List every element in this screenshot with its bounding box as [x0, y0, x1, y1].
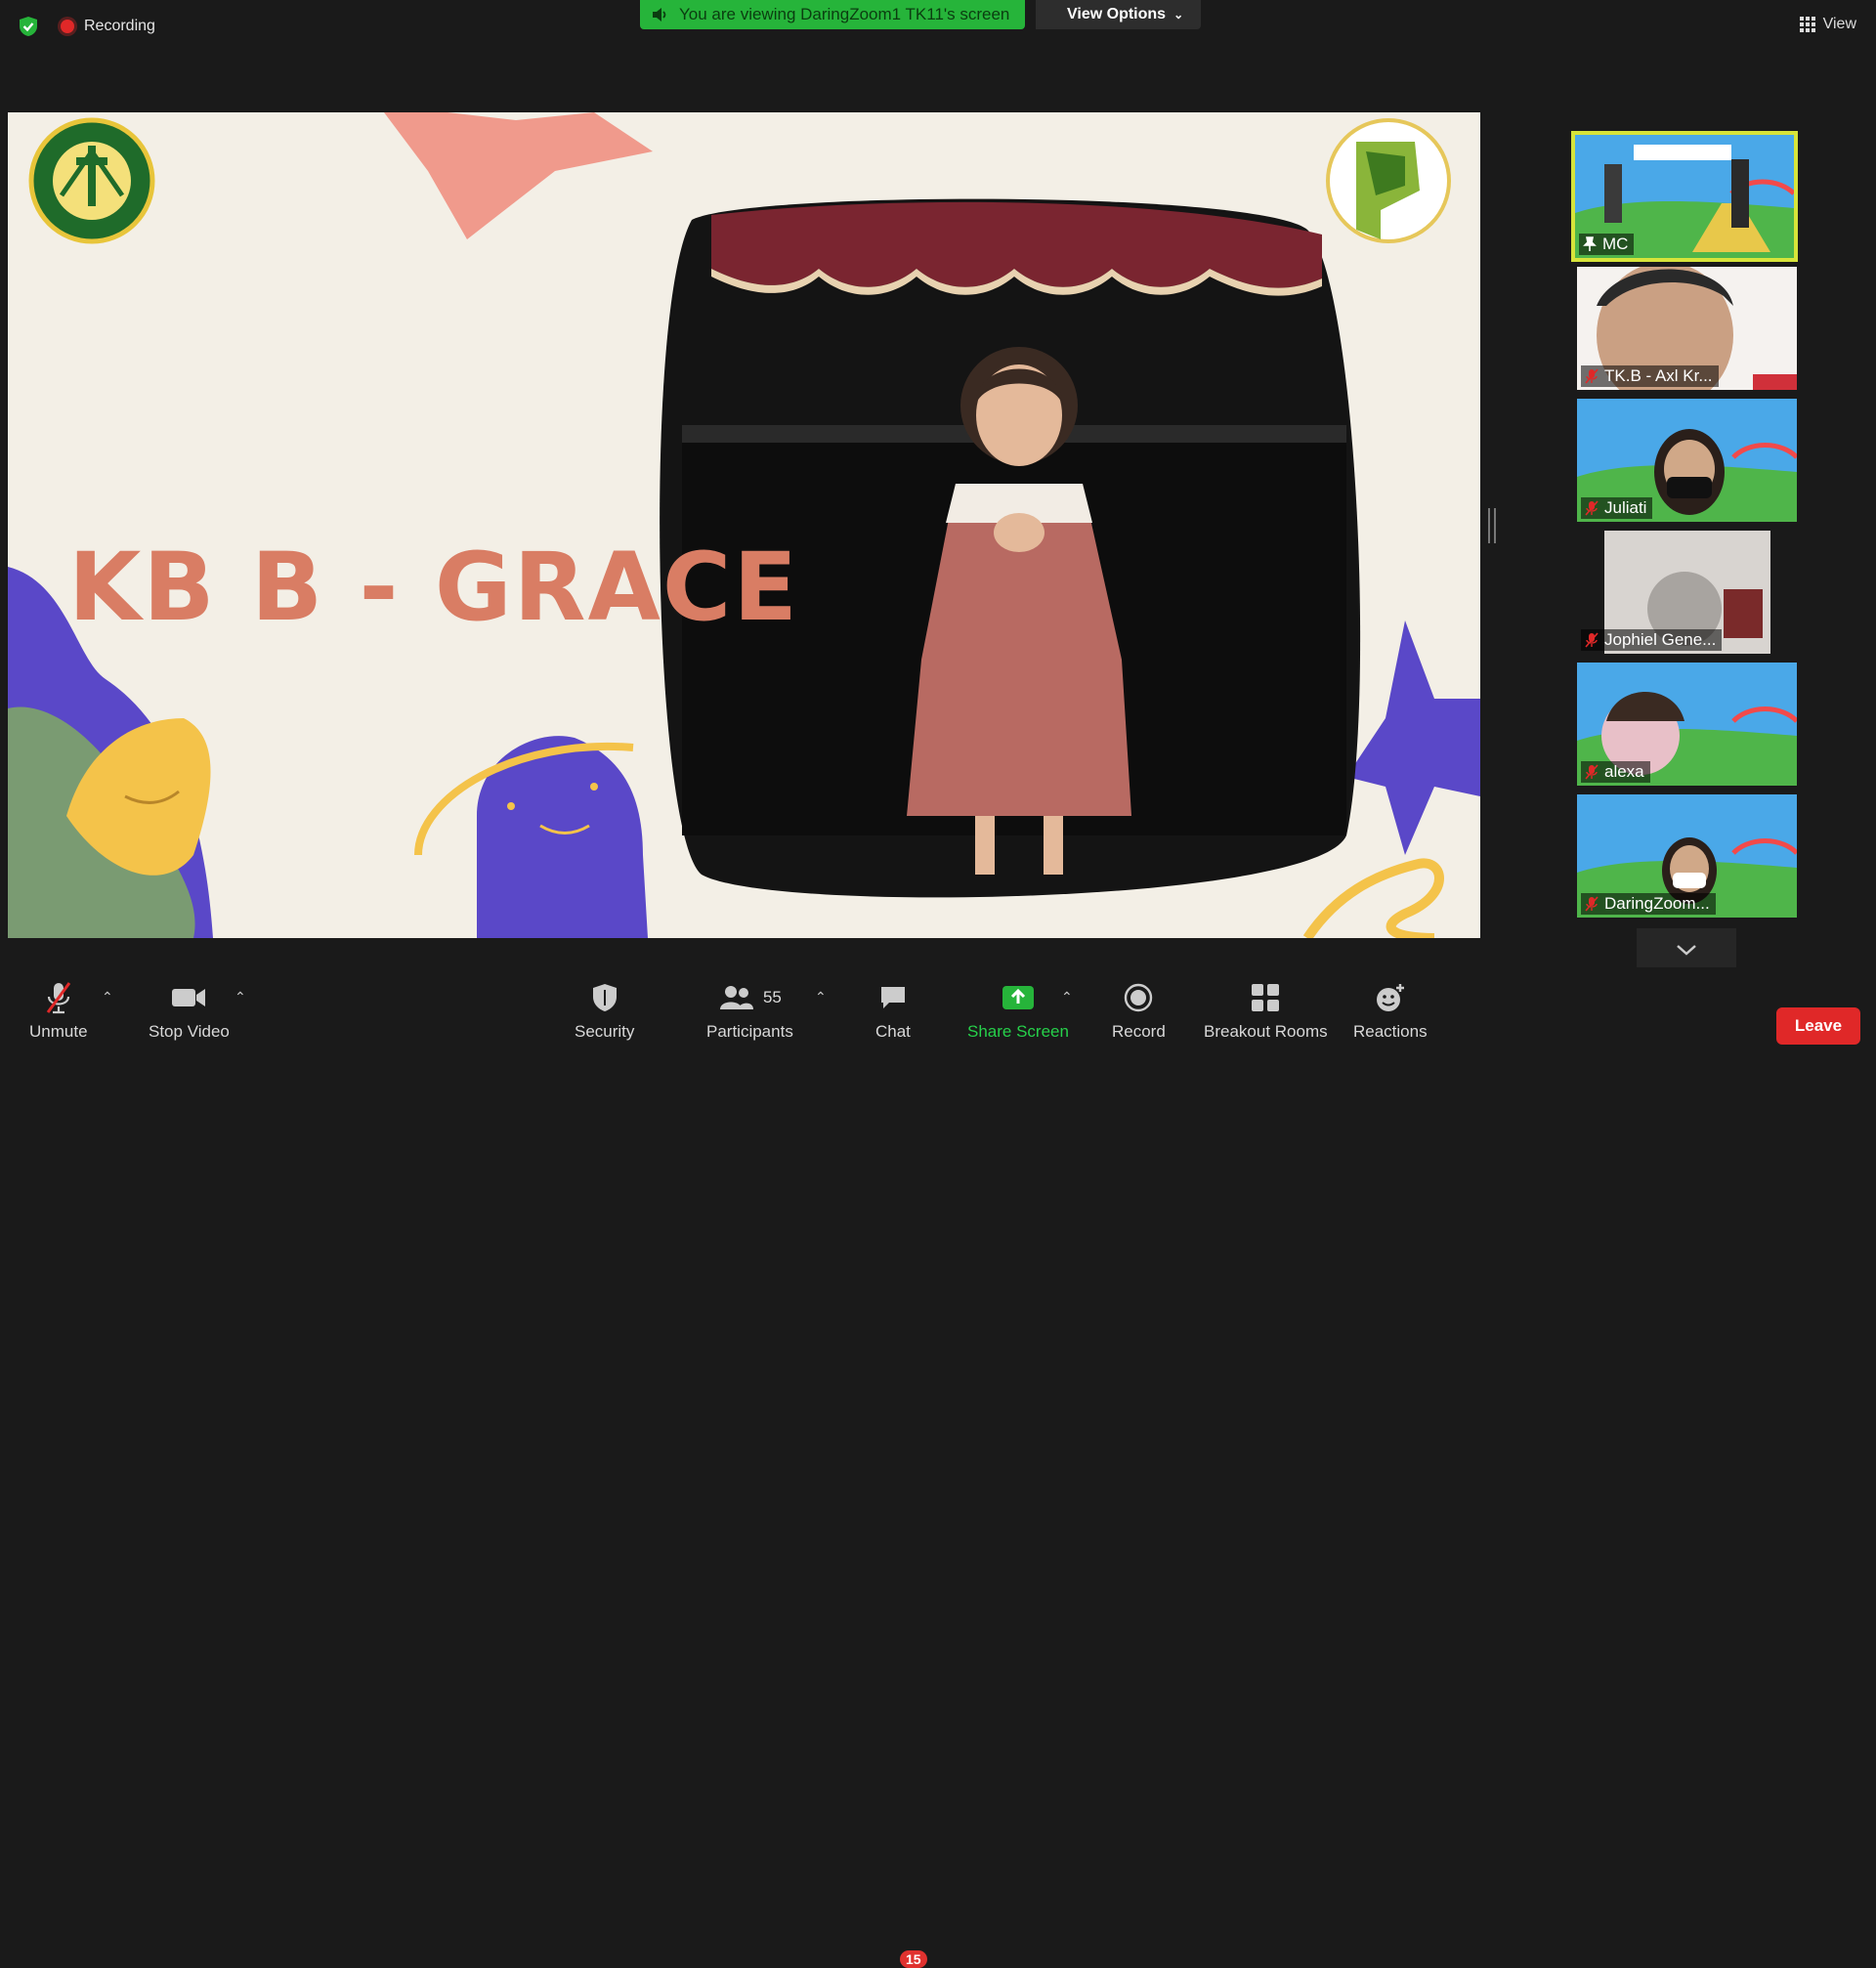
participant-tile[interactable]: Juliati — [1577, 399, 1797, 522]
grid-icon — [1799, 17, 1815, 32]
participants-button[interactable]: 55 Participants — [706, 979, 793, 1042]
breakout-rooms-button[interactable]: Breakout Rooms — [1204, 979, 1328, 1042]
microphone-muted-icon — [1585, 896, 1599, 912]
share-screen-button[interactable]: Share Screen — [967, 979, 1069, 1042]
microphone-muted-icon — [1585, 764, 1599, 780]
participant-name: Jophiel Gene... — [1604, 630, 1717, 649]
share-screen-label: Share Screen — [967, 1022, 1069, 1041]
participants-label: Participants — [706, 1022, 793, 1041]
breakout-rooms-label: Breakout Rooms — [1204, 1022, 1328, 1041]
pin-icon — [1583, 236, 1597, 251]
view-button[interactable]: View — [1799, 16, 1856, 33]
viewing-text: You are viewing DaringZoom1 TK11's scree… — [679, 5, 1010, 23]
microphone-muted-icon — [1585, 368, 1599, 384]
recording-dot-icon — [61, 20, 74, 33]
meeting-toolbar: Unmute ⌃ Stop Video ⌃ Security 55 Partic… — [0, 967, 1876, 1968]
chat-bubble-icon — [880, 987, 905, 1008]
chat-unread-badge: 15 — [900, 1950, 927, 1968]
share-screen-icon — [1002, 986, 1034, 1009]
participant-name-tag: MC — [1579, 234, 1635, 255]
chevron-down-icon — [1677, 945, 1696, 956]
shield-check-icon[interactable] — [18, 16, 39, 37]
record-button[interactable]: Record — [1112, 979, 1166, 1042]
participant-tile[interactable]: TK.B - Axl Kr... — [1577, 267, 1797, 390]
participant-tile[interactable]: DaringZoom... — [1577, 794, 1797, 918]
petra-logo-icon — [28, 117, 155, 244]
unmute-label: Unmute — [29, 1022, 88, 1041]
participants-count: 55 — [762, 988, 782, 1006]
chat-button[interactable]: Chat — [875, 979, 911, 1042]
participant-tile[interactable]: alexa — [1577, 663, 1797, 786]
chat-label: Chat — [875, 1022, 911, 1041]
participant-name: TK.B - Axl Kr... — [1604, 366, 1713, 385]
video-camera-icon — [172, 989, 206, 1006]
record-label: Record — [1112, 1022, 1166, 1041]
recording-label: Recording — [84, 18, 155, 34]
participant-name-tag: TK.B - Axl Kr... — [1581, 365, 1719, 387]
participant-name-tag: Jophiel Gene... — [1581, 629, 1723, 651]
chevron-down-icon: ⌄ — [1173, 8, 1184, 21]
shield-icon — [592, 984, 617, 1011]
participant-name: MC — [1602, 235, 1629, 253]
slide-background — [8, 112, 1480, 938]
share-options-caret[interactable]: ⌃ — [1061, 989, 1073, 1005]
leave-button[interactable]: Leave — [1776, 1007, 1860, 1045]
audio-options-caret[interactable]: ⌃ — [102, 989, 113, 1005]
stop-video-label: Stop Video — [149, 1022, 230, 1041]
microphone-muted-icon — [46, 982, 70, 1014]
recording-indicator[interactable]: Recording — [61, 18, 155, 35]
breakout-rooms-icon — [1252, 984, 1280, 1011]
participant-name-tag: alexa — [1581, 761, 1650, 783]
unmute-button[interactable]: Unmute — [29, 979, 88, 1042]
smiley-plus-icon — [1376, 984, 1404, 1011]
participant-name: Juliati — [1604, 498, 1647, 517]
viewing-banner: You are viewing DaringZoom1 TK11's scree… — [640, 0, 1026, 29]
view-options-label: View Options — [1067, 6, 1167, 22]
stop-video-button[interactable]: Stop Video — [149, 979, 230, 1042]
microphone-muted-icon — [1585, 500, 1599, 516]
view-label: View — [1822, 16, 1856, 32]
security-button[interactable]: Security — [575, 979, 634, 1042]
shared-screen[interactable]: KB B - GRACE — [8, 112, 1480, 938]
security-label: Security — [575, 1022, 635, 1041]
top-bar: Recording You are viewing DaringZoom1 TK… — [0, 0, 1876, 55]
participant-tile[interactable]: Jophiel Gene... — [1577, 531, 1797, 654]
tk11-logo-icon — [1326, 118, 1451, 243]
view-options-button[interactable]: View Options ⌄ — [1036, 0, 1202, 29]
microphone-muted-icon — [1585, 632, 1599, 648]
gallery-scroll-down-button[interactable] — [1637, 928, 1736, 971]
participant-name-tag: Juliati — [1581, 497, 1653, 519]
record-icon — [1125, 983, 1153, 1012]
speaker-icon — [653, 8, 666, 21]
panel-resize-handle[interactable] — [1488, 508, 1496, 543]
participant-name: DaringZoom... — [1604, 894, 1710, 913]
slide-title: KB B - GRACE — [68, 533, 799, 642]
video-options-caret[interactable]: ⌃ — [234, 989, 246, 1005]
participant-tile[interactable]: MC — [1571, 131, 1798, 262]
participant-name-tag: DaringZoom... — [1581, 893, 1716, 915]
participants-options-caret[interactable]: ⌃ — [815, 989, 827, 1005]
participant-name: alexa — [1604, 762, 1644, 781]
reactions-button[interactable]: Reactions — [1353, 979, 1428, 1042]
reactions-label: Reactions — [1353, 1022, 1428, 1041]
participants-icon — [719, 986, 753, 1009]
